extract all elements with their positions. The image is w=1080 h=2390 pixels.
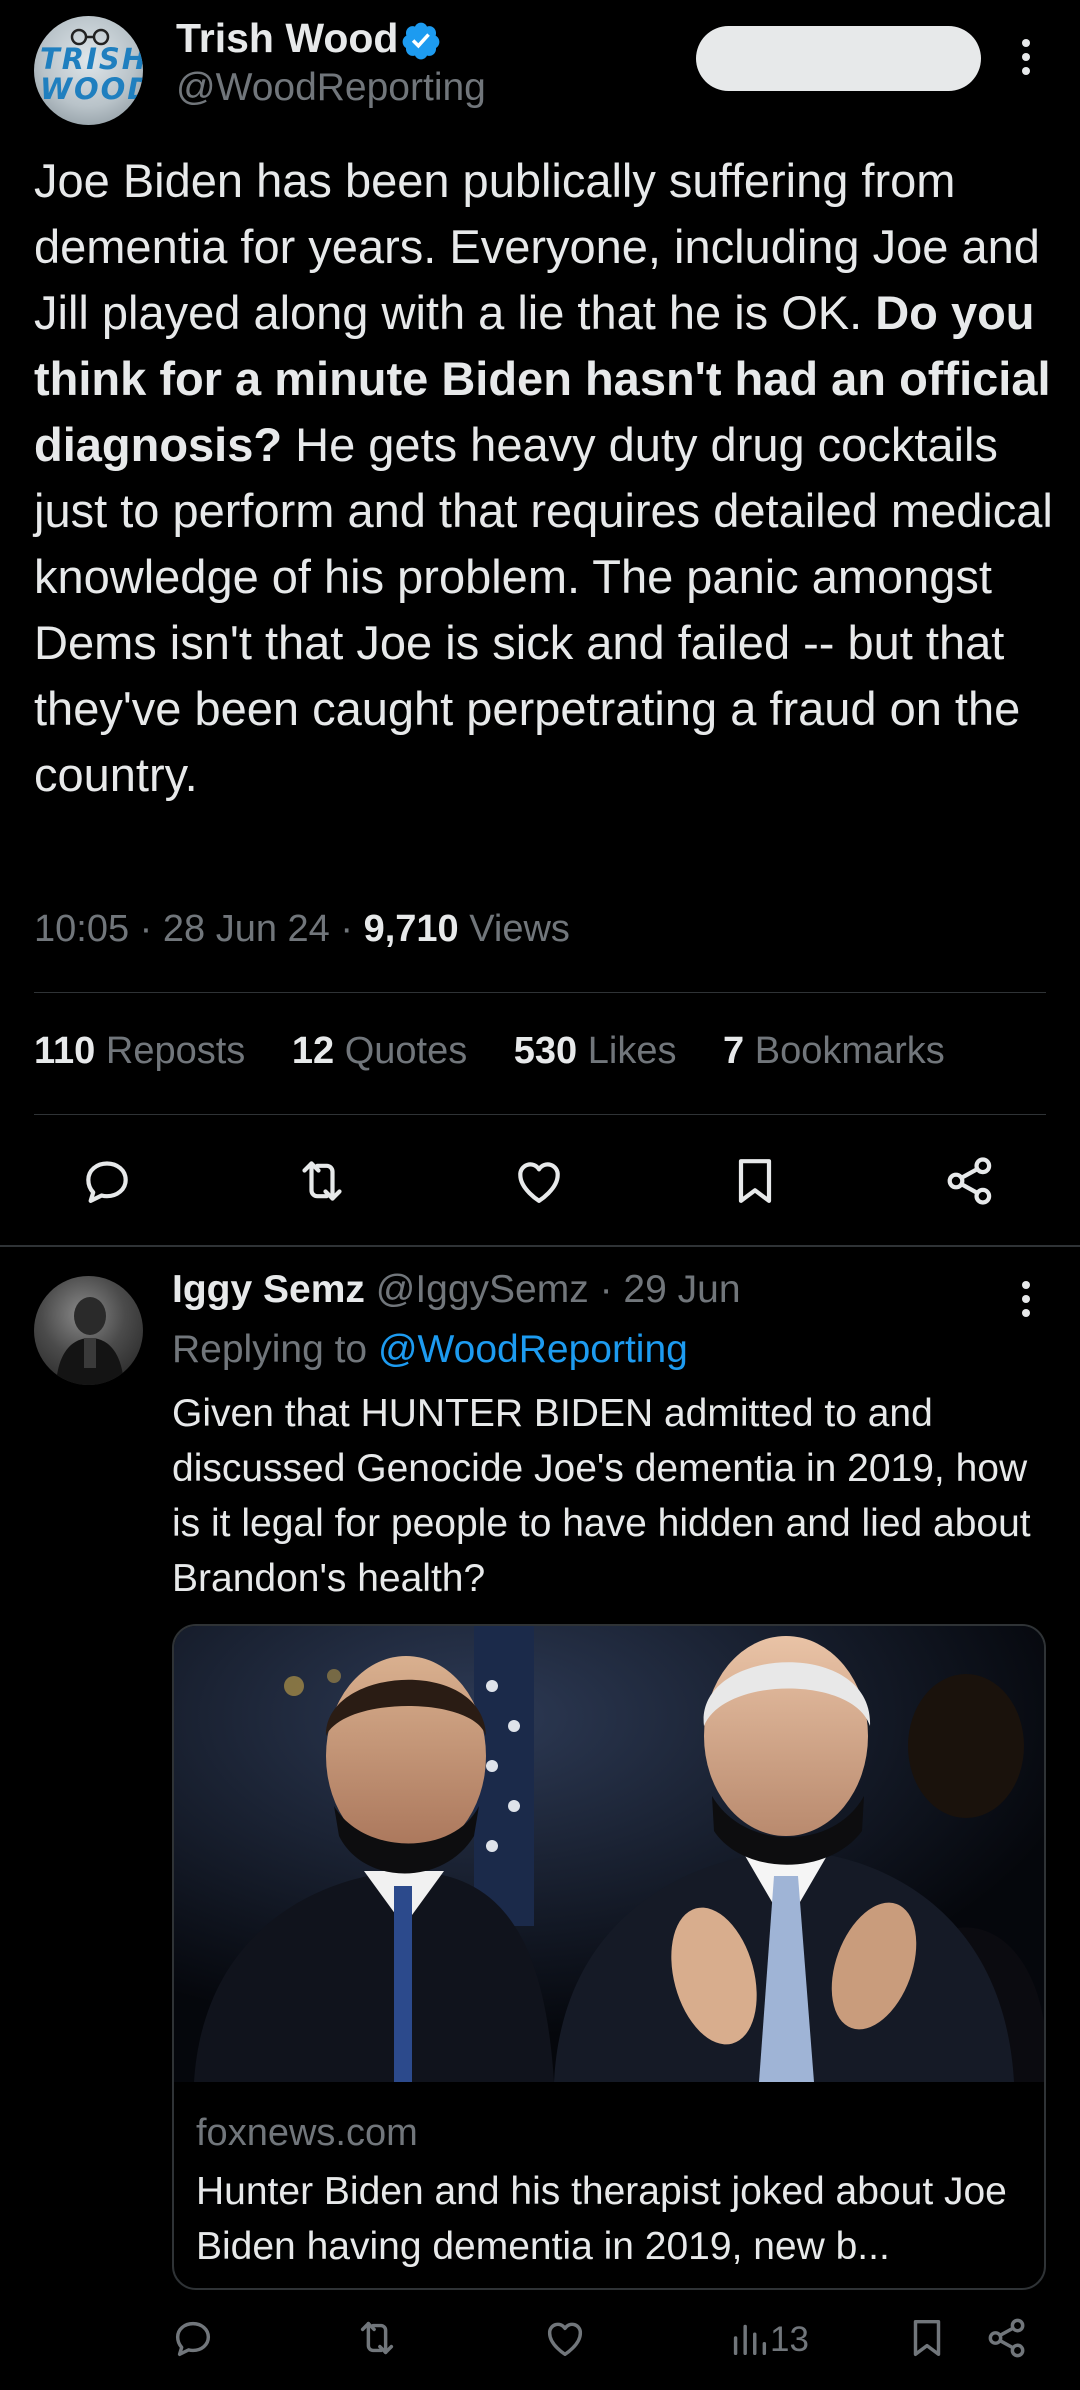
engagement-stats: 110 Reposts 12 Quotes 530 Likes 7 Bookma… [34,1030,981,1073]
reply-author-avatar[interactable] [34,1276,143,1385]
tweet-date[interactable]: 28 Jun 24 [163,908,330,950]
reply-more-options-icon[interactable] [1019,1281,1033,1321]
divider [34,992,1046,993]
reply-author-name[interactable]: Iggy Semz [172,1268,365,1311]
link-preview-card[interactable]: foxnews.com Hunter Biden and his therapi… [172,1624,1046,2290]
more-options-icon[interactable] [1019,39,1033,79]
likes-stat[interactable]: 530 Likes [514,1030,677,1072]
bookmark-icon[interactable] [727,1153,783,1209]
divider [34,1114,1046,1115]
tweet-meta: 10:05 · 28 Jun 24 · 9,710 Views [34,908,570,950]
tweet-text: Joe Biden has been publically suffering … [34,154,1053,801]
quotes-stat[interactable]: 12 Quotes [292,1030,467,1072]
reply-text: Given that HUNTER BIDEN admitted to and … [172,1392,1031,1600]
card-photo [174,1626,1044,2082]
reply-icon[interactable] [79,1153,135,1209]
like-icon[interactable] [542,2315,588,2361]
follow-button[interactable] [696,26,981,91]
views-label: Views [469,908,570,950]
bookmark-icon[interactable] [904,2315,950,2361]
reply-header: Iggy Semz @IggySemz · 29 Jun [172,1268,741,1311]
reply-icon[interactable] [170,2315,216,2361]
replying-to: Replying to @WoodReporting [172,1328,688,1371]
author-name[interactable]: Trish Wood [176,15,398,62]
like-icon[interactable] [511,1153,567,1209]
tweet-time[interactable]: 10:05 [34,908,129,950]
card-image [174,1626,1044,2082]
avatar-logo-text: TRISH WOOD [40,42,143,106]
section-divider [0,1245,1080,1247]
author-avatar[interactable]: TRISH WOOD [34,16,143,125]
verified-badge-icon [402,22,440,60]
reply-author-handle[interactable]: @IggySemz [376,1268,589,1311]
share-icon[interactable] [942,1153,998,1209]
repost-icon[interactable] [354,2315,400,2361]
replying-to-handle-link[interactable]: @WoodReporting [378,1328,688,1371]
bookmarks-stat[interactable]: 7 Bookmarks [723,1030,945,1072]
main-tweet: TRISH WOOD Trish Wood @WoodReporting Joe… [0,0,1080,1247]
views-count: 9,710 [363,908,459,950]
reply-views-count: 13 [770,2320,809,2359]
repost-icon[interactable] [294,1153,350,1209]
views-icon[interactable] [726,2315,772,2361]
share-icon[interactable] [984,2315,1030,2361]
reply-date[interactable]: 29 Jun [623,1268,740,1311]
author-handle[interactable]: @WoodReporting [176,66,486,110]
card-title: Hunter Biden and his therapist joked abo… [196,2170,1007,2268]
avatar-photo [56,1297,124,1385]
reposts-stat[interactable]: 110 Reposts [34,1030,245,1072]
card-domain: foxnews.com [196,2112,418,2154]
